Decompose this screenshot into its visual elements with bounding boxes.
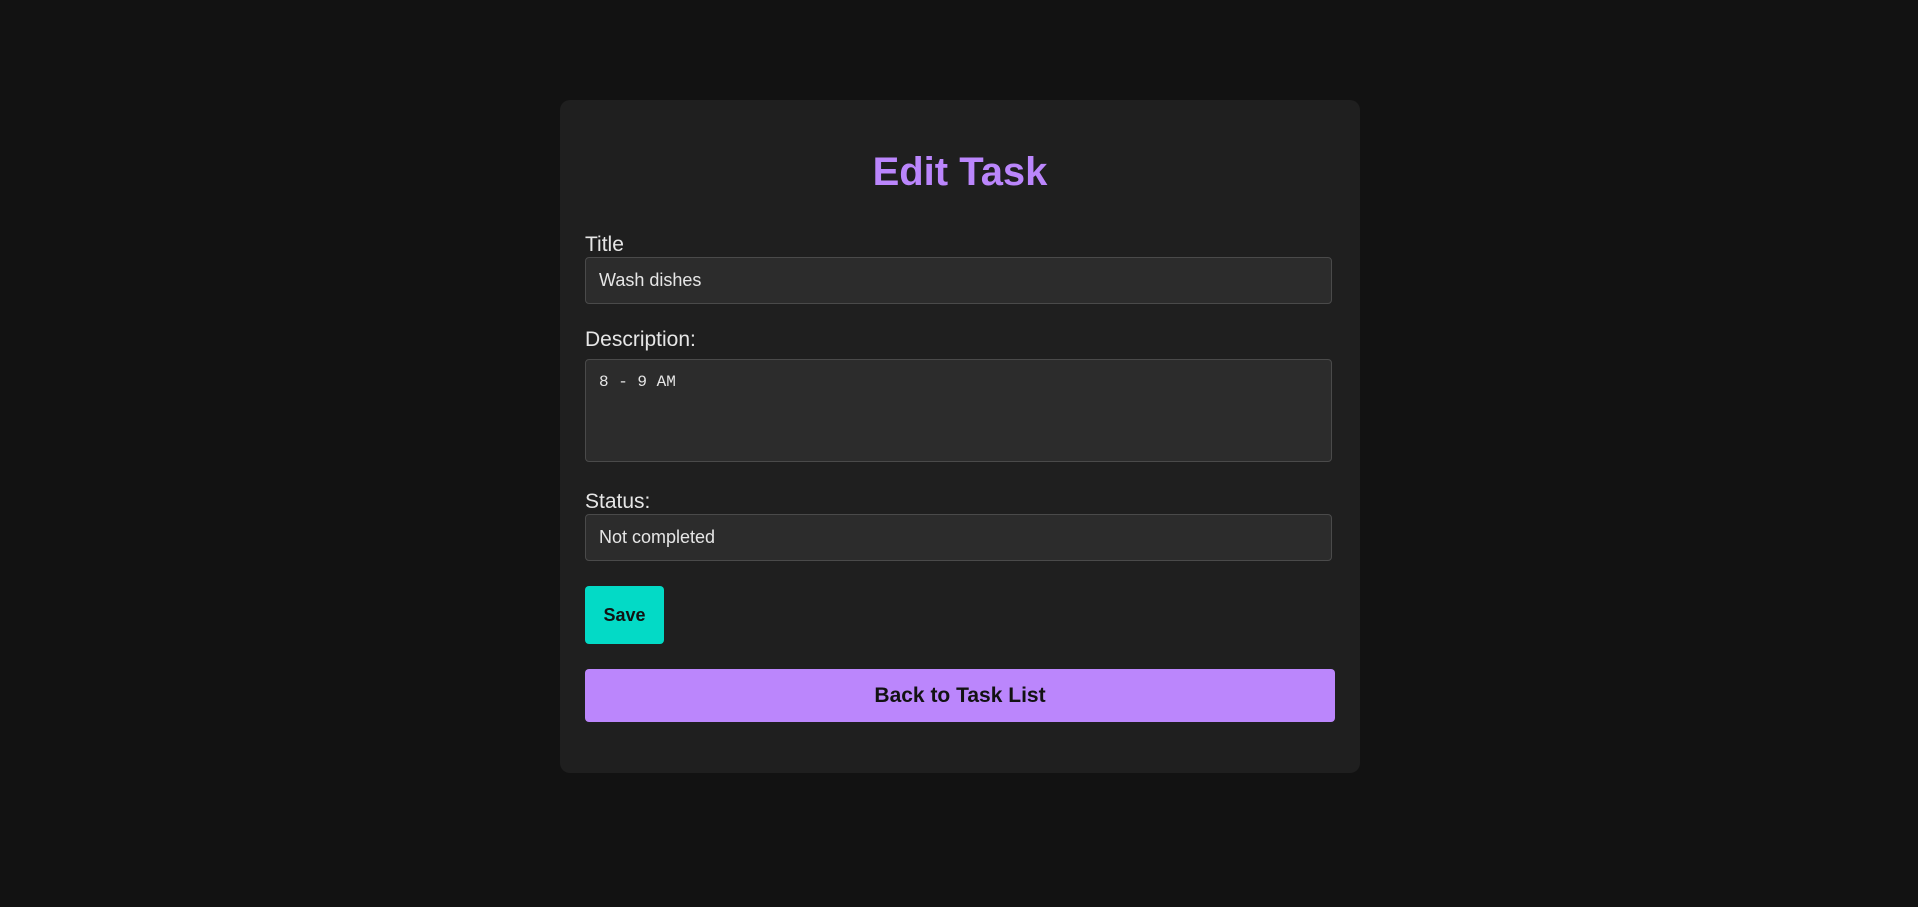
edit-task-card: Edit Task Title Description: 8 - 9 AM St… [560, 100, 1360, 773]
save-button[interactable]: Save [585, 586, 664, 644]
title-label: Title [585, 233, 624, 256]
description-textarea[interactable]: 8 - 9 AM [585, 359, 1332, 462]
status-label: Status: [585, 490, 651, 513]
status-input[interactable] [585, 514, 1332, 561]
back-to-task-list-button[interactable]: Back to Task List [585, 669, 1335, 722]
description-label: Description: [585, 328, 696, 351]
title-input[interactable] [585, 257, 1332, 304]
page-title: Edit Task [872, 150, 1048, 194]
